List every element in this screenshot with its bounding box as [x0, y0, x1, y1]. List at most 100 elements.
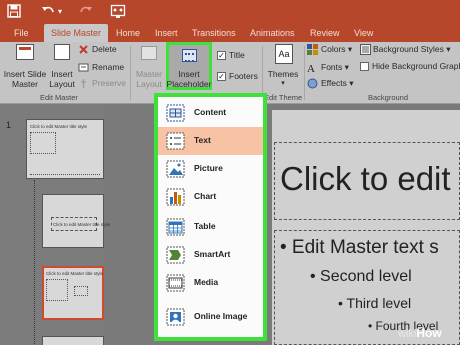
tab-slide-master[interactable]: Slide Master	[44, 24, 109, 42]
smartart-icon	[166, 246, 185, 264]
master-layout-label: Master Layout	[136, 69, 162, 89]
tab-transitions[interactable]: Transitions	[192, 24, 236, 42]
chevron-down-icon[interactable]: ▾	[56, 4, 64, 20]
themes-icon: Aa	[275, 44, 293, 64]
slide-number: 1	[6, 120, 12, 130]
menu-item-chart[interactable]: Chart	[158, 183, 263, 211]
ribbon-tabs: File Slide Master Home Insert Transition…	[0, 24, 460, 42]
master-layout-icon	[141, 46, 157, 60]
customize-icon[interactable]	[110, 4, 126, 20]
layout-thumbnail[interactable]	[42, 336, 104, 345]
delete-button[interactable]: Delete	[78, 44, 130, 56]
thumbnail-title: Click to edit Master title style	[53, 222, 111, 227]
insert-slide-master-label: Insert Slide Master	[3, 69, 47, 89]
menu-item-label: Table	[194, 221, 216, 231]
table-icon	[166, 218, 185, 236]
slide[interactable]: Click to edit • Edit Master text s • Sec…	[272, 110, 460, 345]
effects-button[interactable]: Effects ▾	[307, 78, 363, 90]
picture-icon	[166, 160, 185, 178]
placeholder-icon	[182, 49, 197, 62]
preserve-label: Preserve	[92, 78, 127, 88]
master-layout-button[interactable]: Master Layout	[132, 44, 166, 92]
menu-item-label: Chart	[194, 191, 217, 201]
placeholder-menu: Content Text Picture Chart Table SmartAr…	[158, 97, 263, 337]
title-bar: ▾	[0, 0, 460, 24]
thumbnail-footer	[30, 174, 100, 176]
online-image-icon	[166, 308, 185, 326]
slide-title: Click to edit	[280, 160, 451, 197]
layout-icon	[54, 44, 70, 60]
group-separator	[304, 46, 305, 100]
fonts-button[interactable]: A Fonts ▾	[307, 62, 363, 74]
pin-icon	[81, 79, 86, 88]
effects-icon	[307, 78, 318, 89]
thumbnail-title: Click to edit Master title style	[30, 124, 88, 129]
menu-item-smartart[interactable]: SmartArt	[158, 241, 263, 269]
svg-text:A: A	[307, 63, 315, 73]
insert-placeholder-button[interactable]: Insert Placeholder	[166, 42, 212, 90]
menu-item-label: SmartArt	[194, 249, 231, 259]
bullet-level-3: • Third level	[338, 295, 412, 311]
colors-button[interactable]: Colors ▾	[307, 44, 363, 56]
menu-item-label: Online Image	[194, 311, 248, 321]
thumbnail-placeholder	[74, 286, 88, 296]
menu-item-online-image[interactable]: Online Image	[158, 303, 263, 331]
tab-animations[interactable]: Animations	[250, 24, 295, 42]
save-icon[interactable]	[6, 4, 22, 20]
media-icon	[166, 274, 185, 292]
menu-item-content[interactable]: Content	[158, 99, 263, 127]
watermark-logo: wikiHow	[398, 326, 442, 340]
background-styles-icon	[360, 44, 371, 55]
chart-icon	[166, 188, 185, 206]
thumbnail-title: Click to edit Master title style	[46, 271, 104, 276]
bullet-level-1: • Edit Master text s	[280, 237, 439, 258]
footers-checkbox-label: Footers	[229, 71, 258, 81]
menu-item-media[interactable]: Media	[158, 269, 263, 297]
insert-placeholder-dropdown: Content Text Picture Chart Table SmartAr…	[154, 93, 267, 341]
themes-label: Themes	[267, 69, 299, 79]
tab-review[interactable]: Review	[310, 24, 340, 42]
layout-thumbnail[interactable]: Click to edit Master title style	[42, 194, 110, 248]
layout-thumbnail-selected[interactable]: Click to edit Master title style	[42, 266, 104, 320]
background-styles-button[interactable]: Background Styles ▾	[360, 44, 460, 56]
menu-item-label: Content	[194, 107, 227, 117]
tab-file[interactable]: File	[14, 24, 29, 42]
hide-background-checkbox[interactable]	[360, 62, 369, 71]
menu-item-picture[interactable]: Picture	[158, 155, 263, 183]
chevron-down-icon: ▾	[281, 80, 285, 87]
text-icon	[166, 132, 185, 150]
tab-insert[interactable]: Insert	[155, 24, 178, 42]
delete-icon	[79, 45, 88, 54]
rename-icon	[78, 63, 89, 72]
slide-thumbnail[interactable]: Click to edit Master title style	[26, 119, 104, 179]
rename-button[interactable]: Rename	[78, 62, 130, 74]
background-styles-label: Background Styles ▾	[373, 44, 451, 54]
hide-background-label: Hide Background Graph	[372, 61, 460, 71]
layout-connector	[34, 180, 42, 345]
undo-icon[interactable]	[40, 4, 56, 20]
menu-item-table[interactable]: Table	[158, 213, 263, 241]
fonts-label: Fonts ▾	[321, 62, 349, 72]
preserve-button[interactable]: Preserve	[78, 78, 130, 90]
background-group-label: Background	[368, 93, 409, 102]
bullet-level-2: • Second level	[310, 268, 412, 285]
insert-layout-label: Insert Layout	[49, 69, 75, 89]
edit-master-group-label: Edit Master	[40, 93, 78, 102]
menu-item-label: Picture	[194, 163, 223, 173]
insert-layout-button[interactable]: Insert Layout	[48, 44, 76, 92]
menu-item-label: Text	[194, 135, 211, 145]
tab-view[interactable]: View	[354, 24, 373, 42]
insert-slide-master-button[interactable]: Insert Slide Master	[2, 44, 48, 92]
tab-home[interactable]: Home	[116, 24, 140, 42]
themes-button[interactable]: Aa Themes ▾	[264, 44, 302, 92]
footers-checkbox[interactable]: ✓	[217, 72, 226, 81]
group-separator	[130, 46, 131, 100]
edit-theme-group-label: Edit Theme	[264, 93, 303, 102]
redo-icon[interactable]	[78, 4, 94, 20]
rename-label: Rename	[92, 62, 125, 72]
menu-item-text[interactable]: Text	[158, 127, 263, 155]
title-checkbox-label: Title	[229, 50, 245, 60]
fonts-icon: A	[307, 63, 315, 73]
title-checkbox[interactable]: ✓	[217, 51, 226, 60]
thumbnail-content	[46, 279, 68, 301]
